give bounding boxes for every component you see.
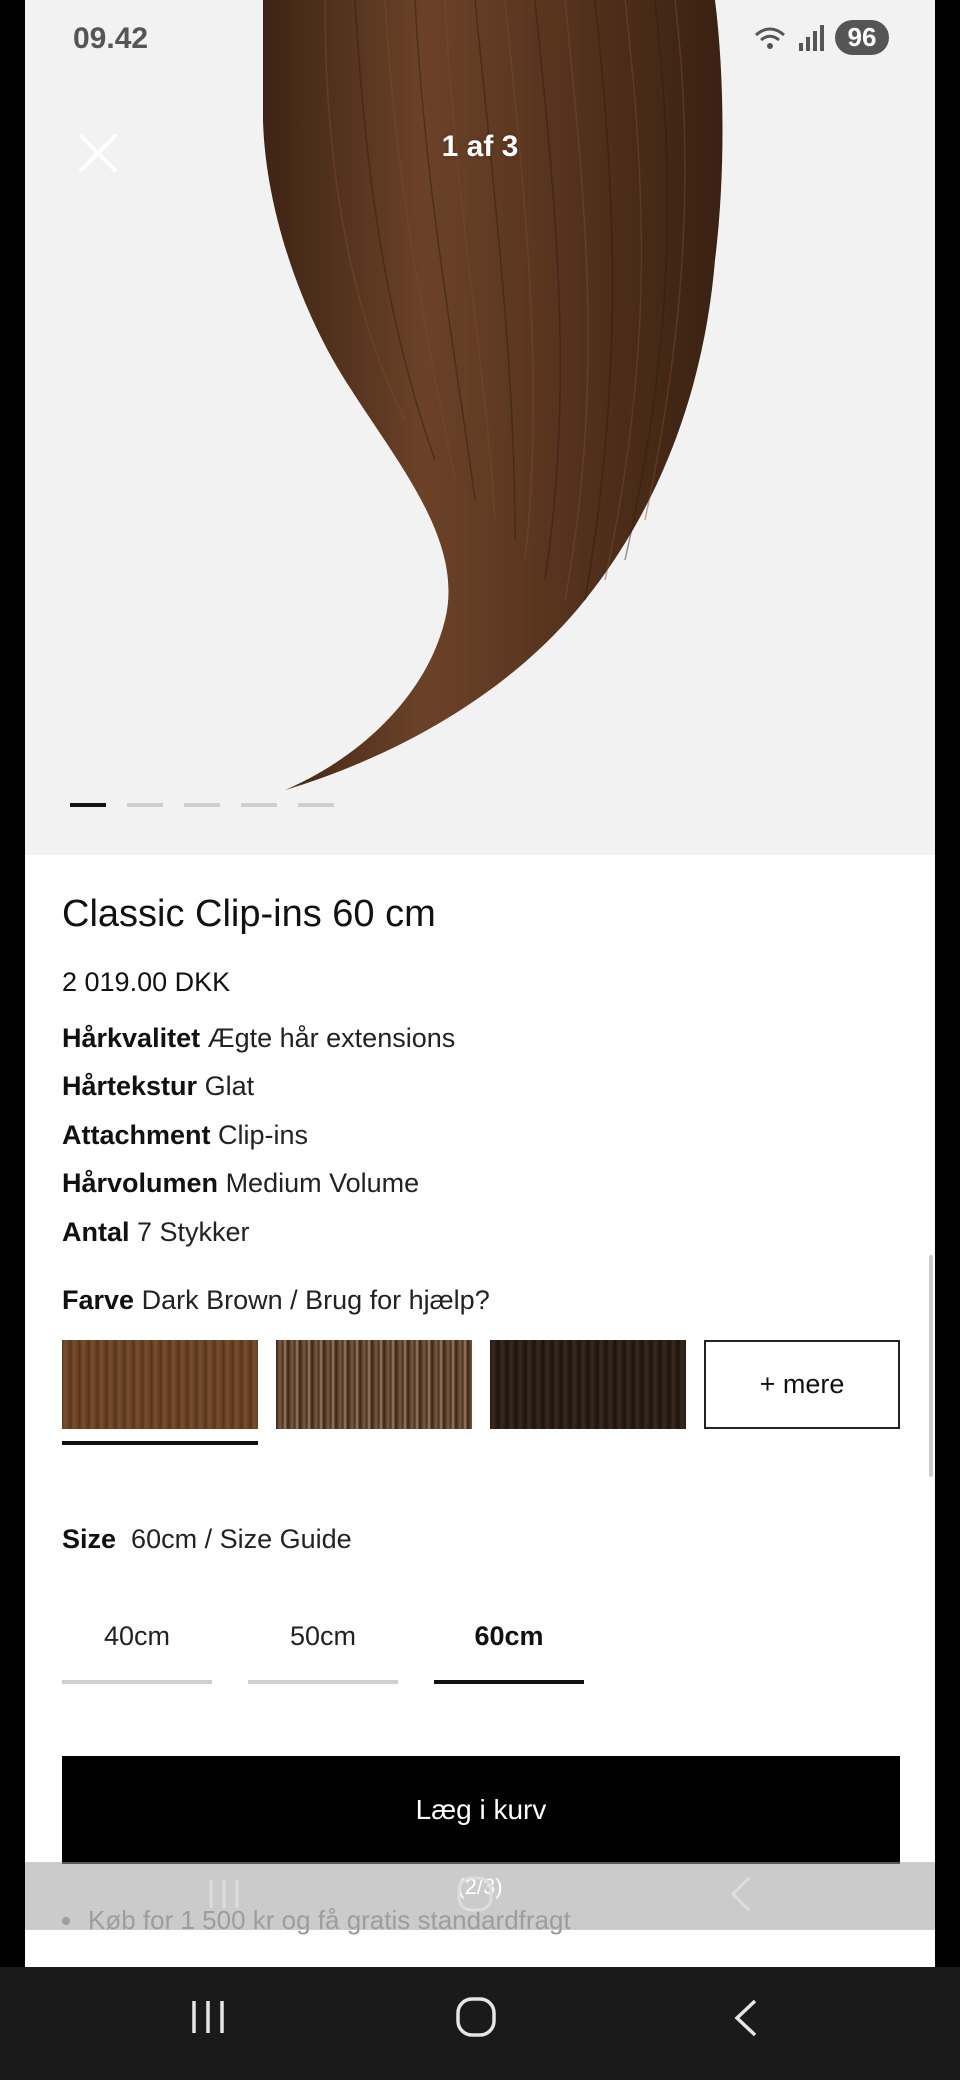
wifi-icon: [755, 27, 785, 49]
size-label: Size: [62, 1524, 117, 1554]
gallery-dot[interactable]: [241, 803, 277, 807]
size-option-label: 60cm: [474, 1621, 544, 1651]
gallery-dot[interactable]: [70, 803, 106, 807]
swatch-dark-chocolate[interactable]: [490, 1340, 686, 1429]
image-counter: 1 af 3: [441, 130, 519, 163]
size-option-label: 40cm: [103, 1621, 171, 1651]
size-value[interactable]: 60cm / Size Guide: [131, 1524, 352, 1554]
attribute-value: Clip-ins: [218, 1120, 309, 1150]
more-colors-button[interactable]: + mere: [704, 1340, 900, 1429]
product-price: 2 019.00 DKK: [62, 967, 231, 997]
attribute-label: Attachment: [62, 1120, 211, 1150]
size-option-underline: [434, 1680, 584, 1684]
attribute-label: Hårvolumen: [62, 1168, 219, 1198]
size-option-label: 50cm: [289, 1621, 357, 1651]
size-option-40cm[interactable]: 40cm: [62, 1610, 212, 1684]
scrollbar[interactable]: [929, 1255, 933, 1477]
color-row: Farve Dark Brown / Brug for hjælp?: [62, 1285, 490, 1316]
size-option-60cm[interactable]: 60cm: [434, 1610, 584, 1684]
attribute-label: Antal: [62, 1217, 130, 1247]
color-value[interactable]: Dark Brown / Brug for hjælp?: [142, 1285, 490, 1315]
overlay-nav-bar: (2/3): [25, 1862, 935, 1930]
attribute-row: Attachment Clip-ins: [62, 1120, 308, 1151]
selected-swatch-indicator: [62, 1441, 258, 1445]
attribute-value: Ægte hår extensions: [207, 1023, 456, 1053]
phone-screen: 09.42 96 1 af 3 Classic Clip-ins 60 cm 2…: [25, 0, 935, 1967]
size-option-underline: [62, 1680, 212, 1684]
system-nav-bar: [0, 1967, 960, 2080]
attribute-row: Hårvolumen Medium Volume: [62, 1168, 419, 1199]
gallery-dot[interactable]: [184, 803, 220, 807]
back-icon[interactable]: [730, 1997, 760, 2039]
attribute-label: Hårtekstur: [62, 1071, 198, 1101]
add-to-cart-button[interactable]: Læg i kurv: [62, 1756, 900, 1864]
gallery-dot[interactable]: [127, 803, 163, 807]
attribute-label: Hårkvalitet: [62, 1023, 201, 1053]
status-time: 09.42: [73, 22, 149, 55]
home-icon[interactable]: [455, 1995, 497, 2039]
recents-icon[interactable]: [190, 1997, 226, 2037]
size-option-underline: [248, 1680, 398, 1684]
size-row: Size 60cm / Size Guide: [62, 1524, 352, 1555]
overlay-home-icon[interactable]: [455, 1874, 495, 1914]
attribute-row: Hårtekstur Glat: [62, 1071, 254, 1102]
battery-level: 96: [835, 20, 889, 55]
attribute-row: Antal 7 Stykker: [62, 1217, 250, 1248]
attribute-value: Medium Volume: [225, 1168, 420, 1198]
color-swatches: + mere: [62, 1340, 900, 1429]
signal-icon: [799, 24, 824, 51]
swatch-dark-brown[interactable]: [62, 1340, 258, 1429]
color-label: Farve: [62, 1285, 135, 1315]
attribute-value: 7 Stykker: [137, 1217, 250, 1247]
product-title: Classic Clip-ins 60 cm: [62, 893, 436, 935]
size-options: 40cm 50cm 60cm: [62, 1610, 584, 1684]
hair-image: [263, 0, 723, 790]
swatch-brown-highlight[interactable]: [276, 1340, 472, 1429]
attribute-value: Glat: [204, 1071, 255, 1101]
gallery-dot[interactable]: [298, 803, 334, 807]
overlay-back-icon[interactable]: [725, 1874, 755, 1914]
status-icons: 96: [753, 20, 889, 55]
size-option-50cm[interactable]: 50cm: [248, 1610, 398, 1684]
attribute-row: Hårkvalitet Ægte hår extensions: [62, 1023, 455, 1054]
overlay-recents-icon[interactable]: [207, 1876, 241, 1912]
gallery-dots: [70, 803, 334, 807]
product-image[interactable]: 09.42 96 1 af 3: [25, 0, 935, 855]
